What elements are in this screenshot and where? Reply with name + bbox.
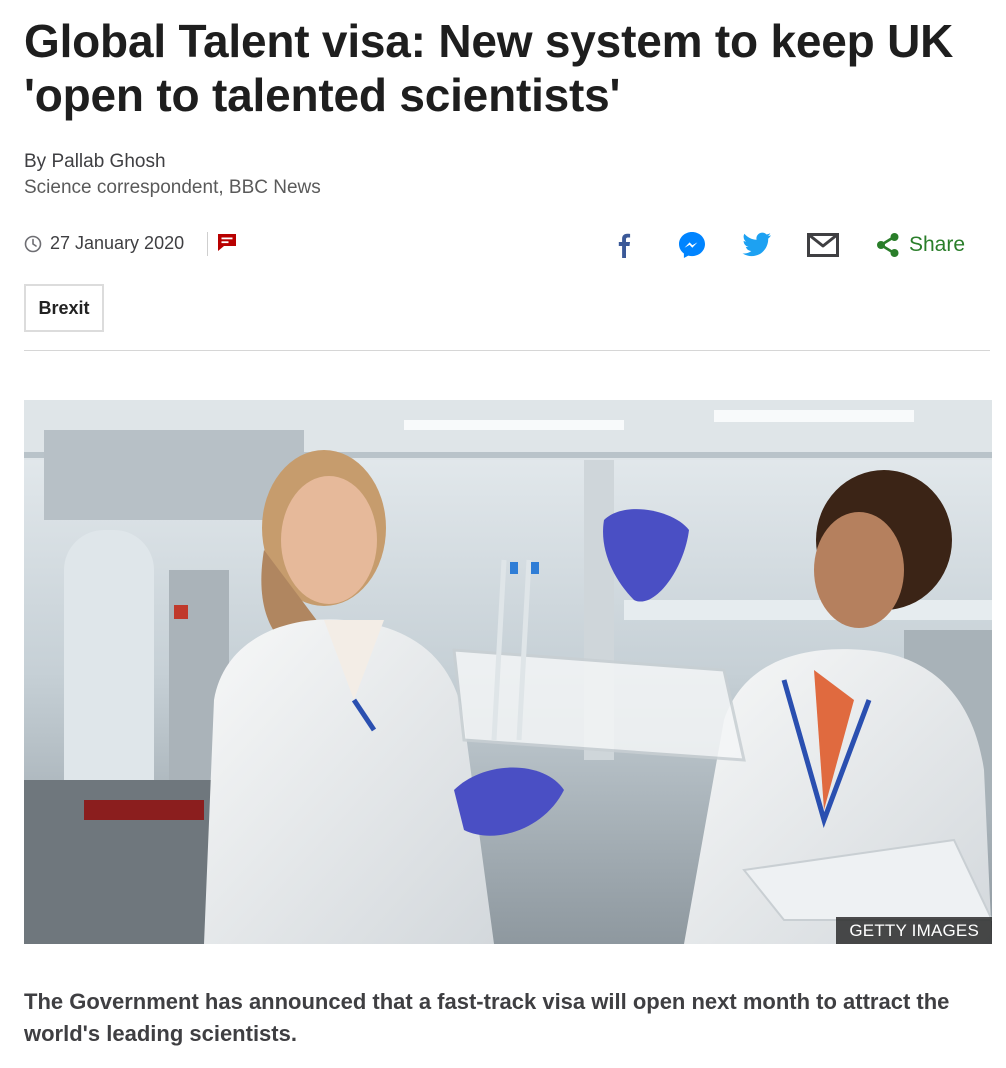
facebook-icon[interactable] — [608, 230, 640, 260]
article-summary: The Government has announced that a fast… — [24, 989, 950, 1046]
byline-author: By Pallab Ghosh — [24, 151, 166, 172]
article-headline: Global Talent visa: New system to keep U… — [24, 15, 954, 121]
share-icon — [877, 233, 899, 257]
section-divider — [24, 350, 990, 351]
share-label: Share — [909, 233, 966, 256]
messenger-icon[interactable] — [676, 230, 708, 260]
byline-role: Science correspondent, BBC News — [24, 177, 321, 198]
email-icon[interactable] — [807, 230, 839, 260]
twitter-icon[interactable] — [741, 230, 773, 260]
byline: By Pallab Ghosh Science correspondent, B… — [24, 149, 321, 201]
share-tools: Share — [24, 228, 984, 262]
hero-image: GETTY IMAGES — [24, 400, 992, 944]
article-meta: 27 January 2020 Share — [24, 228, 984, 262]
share-button[interactable]: Share — [875, 230, 965, 260]
topic-tag-brexit[interactable]: Brexit — [24, 284, 104, 332]
image-credit: GETTY IMAGES — [836, 917, 992, 944]
lab-scientists-illustration — [24, 400, 992, 944]
